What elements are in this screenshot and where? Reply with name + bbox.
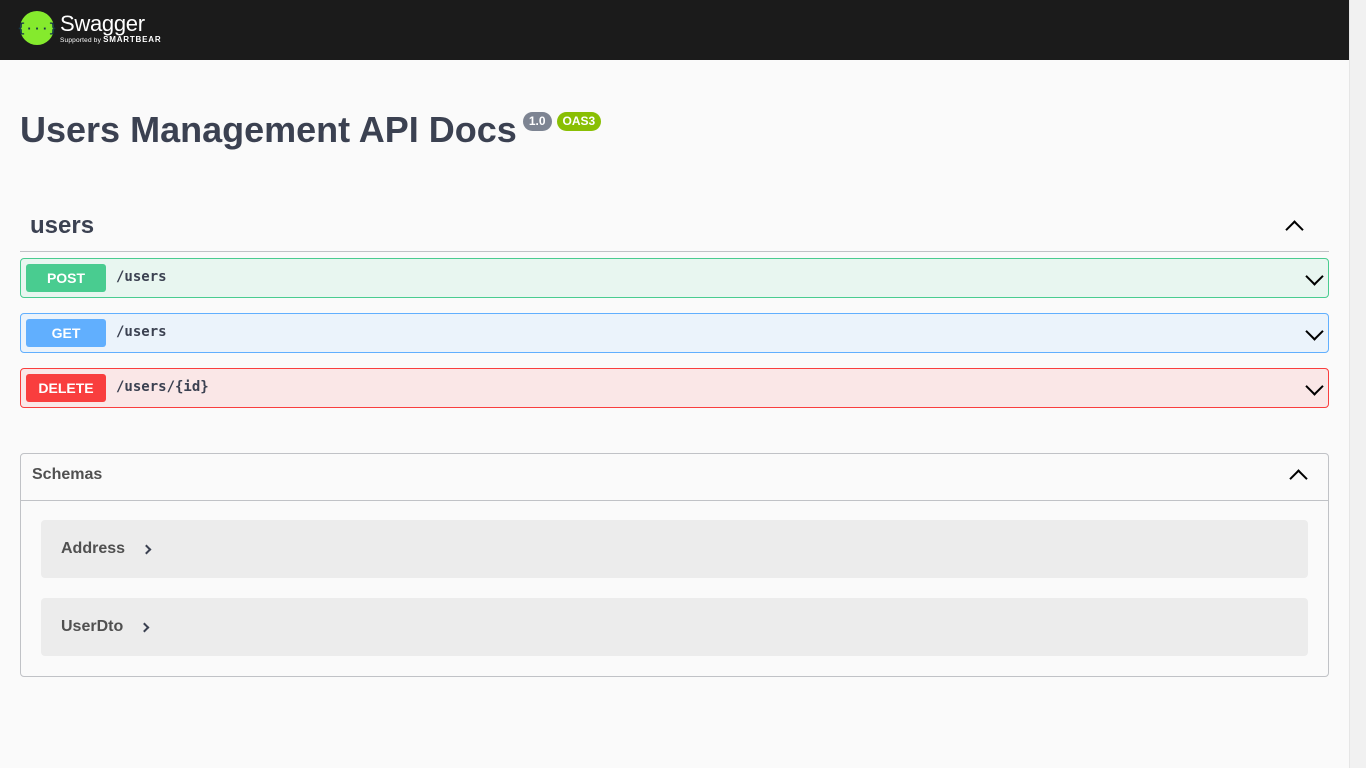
operation-get-users[interactable]: GET /users (20, 313, 1329, 353)
model-name: Address (61, 540, 126, 557)
tag-name: users (30, 212, 95, 239)
version-badge: 1.0 (522, 112, 552, 131)
logo-sub-prefix: Supported by (60, 37, 102, 44)
tag-section-users[interactable]: users (20, 204, 1329, 252)
chevron-right-icon[interactable] (141, 544, 152, 555)
logo-name: Swagger (60, 11, 145, 36)
chevron-up-icon[interactable] (1289, 469, 1308, 488)
method-badge-get: GET (26, 319, 106, 347)
chevron-right-icon[interactable] (139, 622, 150, 633)
page-title: Users Management API Docs (20, 109, 517, 150)
operation-post-users[interactable]: POST /users (20, 258, 1329, 298)
chevron-down-icon[interactable] (1305, 377, 1324, 396)
swagger-logo-icon: {···} (18, 11, 57, 45)
schemas-header[interactable]: Schemas (21, 454, 1328, 501)
schemas-title: Schemas (32, 466, 103, 483)
page-scrollbar[interactable] (1349, 0, 1366, 768)
model-name: UserDto (61, 618, 124, 635)
schema-model-address[interactable]: Address (41, 520, 1308, 578)
logo-subtitle: Supported by SMARTBEAR (60, 35, 161, 44)
method-badge-delete: DELETE (26, 374, 106, 402)
method-badge-post: POST (26, 264, 106, 292)
chevron-up-icon[interactable] (1285, 220, 1304, 239)
schemas-section: Schemas Address UserDto (20, 453, 1329, 677)
operation-delete-user[interactable]: DELETE /users/{id} (20, 368, 1329, 408)
top-bar: {···} Swagger Supported by SMARTBEAR (0, 0, 1349, 60)
operation-path: /users (116, 269, 167, 285)
swagger-logo[interactable]: {···} Swagger Supported by SMARTBEAR (18, 11, 161, 45)
logo-sub-brand: SMARTBEAR (103, 35, 162, 44)
logo-text: Swagger Supported by SMARTBEAR (60, 11, 161, 44)
schema-model-userdto[interactable]: UserDto (41, 598, 1308, 656)
operation-path: /users/{id} (116, 379, 209, 395)
operation-path: /users (116, 324, 167, 340)
info-header: Users Management API Docs 1.0 OAS3 (20, 108, 602, 152)
oas-badge: OAS3 (556, 112, 602, 131)
chevron-down-icon[interactable] (1305, 267, 1324, 286)
chevron-down-icon[interactable] (1305, 322, 1324, 341)
